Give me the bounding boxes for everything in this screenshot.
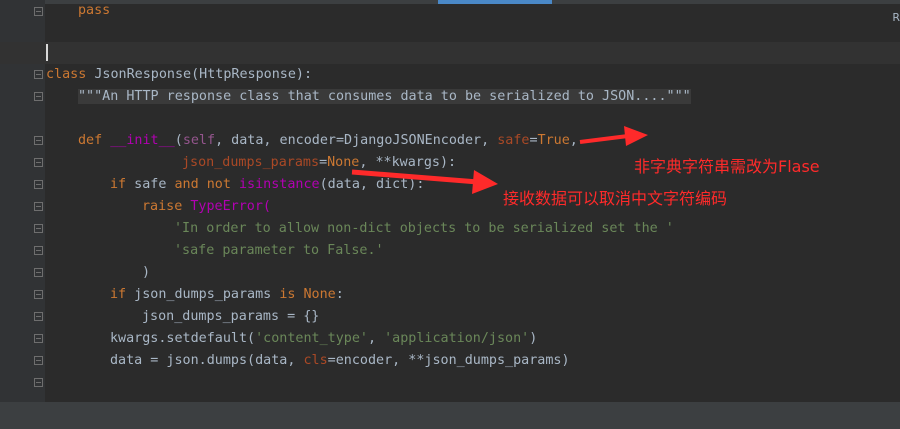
annotation-arrows (351, 126, 648, 194)
arrow-json-shaft (351, 169, 479, 185)
arrow-safe-shaft (579, 134, 629, 144)
arrow-safe-head (624, 126, 648, 146)
annotation-json-note: 接收数据可以取消中文字符编码 (503, 189, 728, 208)
arrow-json-head (472, 170, 498, 194)
annotation-safe-note: 非字典字符串需改为Flase (634, 157, 820, 176)
